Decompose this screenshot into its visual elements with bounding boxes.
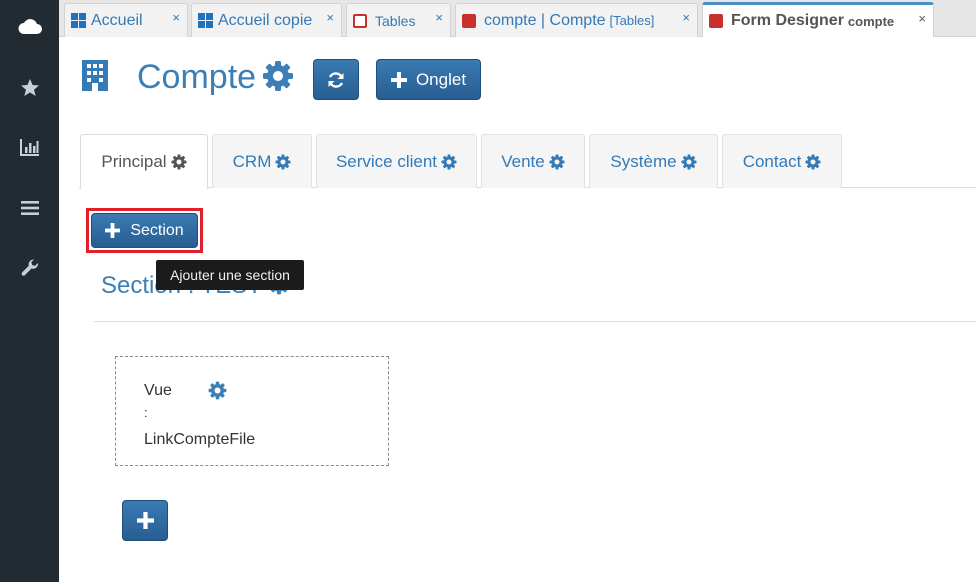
sidebar bbox=[0, 0, 59, 582]
tab-accueil-copie[interactable]: Accueil copie × bbox=[191, 3, 342, 37]
gear-icon[interactable] bbox=[805, 154, 821, 170]
plus-icon bbox=[390, 71, 407, 88]
red-square-icon bbox=[462, 13, 476, 28]
tab-label: Système bbox=[610, 151, 677, 171]
gear-icon[interactable] bbox=[681, 154, 697, 170]
plus-icon bbox=[136, 512, 154, 529]
tab-label: Accueil bbox=[91, 11, 143, 29]
section-button-label: Section bbox=[130, 221, 184, 239]
tab-compte[interactable]: compte | Compte [Tables] × bbox=[455, 3, 698, 37]
tab-label: CRM bbox=[232, 151, 272, 171]
tab-systeme[interactable]: Système bbox=[589, 134, 718, 188]
page-title: Compte bbox=[137, 58, 257, 96]
tab-label: Vente bbox=[501, 151, 545, 171]
red-square-icon bbox=[709, 14, 723, 28]
close-icon[interactable]: × bbox=[326, 10, 334, 25]
gear-icon[interactable] bbox=[549, 154, 565, 170]
page-tabs: Principal CRM Service client Vente Systè… bbox=[79, 134, 976, 189]
tab-vente[interactable]: Vente bbox=[481, 134, 585, 188]
cloud-icon[interactable] bbox=[0, 6, 59, 46]
tab-form-designer[interactable]: Form Designer compte × bbox=[702, 2, 934, 37]
tab-principal[interactable]: Principal bbox=[80, 134, 208, 189]
close-icon[interactable]: × bbox=[172, 10, 180, 25]
refresh-button[interactable] bbox=[313, 59, 359, 100]
wrench-icon[interactable] bbox=[0, 248, 59, 288]
table-outline-icon bbox=[353, 13, 367, 28]
gear-icon[interactable] bbox=[441, 154, 457, 170]
tab-label: Principal bbox=[101, 152, 167, 171]
windows-icon bbox=[71, 13, 86, 28]
tab-label: Accueil copie bbox=[218, 11, 313, 29]
tab-label: compte | Compte bbox=[484, 11, 606, 29]
star-icon[interactable] bbox=[0, 68, 59, 108]
onglet-label: Onglet bbox=[415, 69, 467, 89]
add-onglet-button[interactable]: Onglet bbox=[376, 59, 481, 100]
tab-label: Form Designer bbox=[731, 12, 844, 29]
add-section-button[interactable]: Section bbox=[91, 213, 198, 248]
building-icon bbox=[81, 59, 109, 97]
tab-suffix: compte bbox=[847, 13, 895, 29]
tab-tables[interactable]: Tables × bbox=[346, 3, 451, 37]
windows-icon bbox=[198, 13, 213, 28]
gear-icon[interactable] bbox=[275, 154, 291, 170]
field-separator: : bbox=[144, 405, 148, 420]
tab-suffix: [Tables] bbox=[609, 13, 655, 28]
browser-tab-bar: Accueil × Accueil copie × Tables × compt… bbox=[59, 0, 976, 37]
bar-chart-icon[interactable] bbox=[0, 127, 59, 167]
close-icon[interactable]: × bbox=[435, 10, 443, 25]
close-icon[interactable]: × bbox=[682, 10, 690, 25]
tab-crm[interactable]: CRM bbox=[212, 134, 312, 188]
tooltip: Ajouter une section bbox=[156, 260, 304, 290]
add-field-button[interactable] bbox=[122, 500, 168, 541]
tab-label: Contact bbox=[742, 151, 802, 171]
gear-icon[interactable] bbox=[171, 154, 187, 170]
tab-accueil[interactable]: Accueil × bbox=[64, 3, 188, 37]
divider bbox=[94, 321, 976, 322]
list-icon[interactable] bbox=[0, 188, 59, 228]
tab-contact[interactable]: Contact bbox=[722, 134, 842, 188]
field-name: LinkCompteFile bbox=[144, 431, 256, 448]
refresh-icon bbox=[328, 71, 344, 88]
plus-icon bbox=[105, 223, 121, 238]
tab-label: Service client bbox=[335, 151, 438, 171]
tab-label: Tables bbox=[375, 12, 416, 29]
field-type: Vue bbox=[144, 382, 172, 399]
tab-service-client[interactable]: Service client bbox=[316, 134, 477, 188]
gear-icon[interactable] bbox=[208, 381, 227, 400]
gear-icon[interactable] bbox=[262, 60, 294, 97]
close-icon[interactable]: × bbox=[918, 11, 926, 26]
field-box[interactable]: Vue : LinkCompteFile bbox=[115, 356, 389, 466]
